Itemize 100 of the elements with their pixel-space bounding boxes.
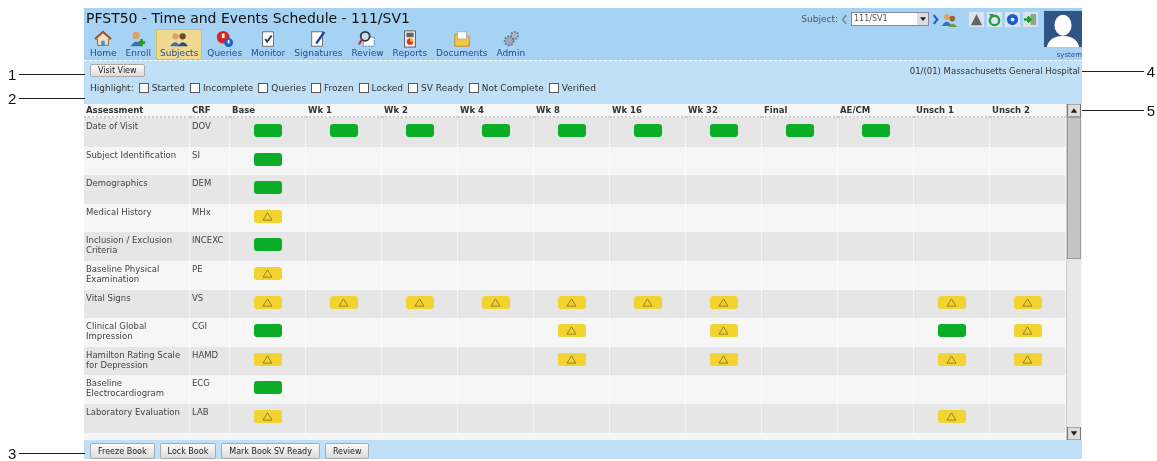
magnifier-icon xyxy=(358,30,377,48)
toolbar-button[interactable]: Queries xyxy=(203,29,247,60)
warning-status-chip[interactable] xyxy=(253,266,282,280)
toolbar-button[interactable]: Monitor xyxy=(247,29,290,60)
warning-triangle-icon xyxy=(946,297,957,307)
assessment-name: Laboratory Evaluation xyxy=(84,403,190,433)
warning-status-chip[interactable] xyxy=(709,324,738,338)
warning-status-chip[interactable] xyxy=(557,295,586,309)
warning-triangle-icon xyxy=(414,297,425,307)
complete-status-chip[interactable] xyxy=(481,124,510,137)
warning-status-chip[interactable] xyxy=(709,295,738,309)
warning-status-chip[interactable] xyxy=(481,295,510,309)
scroll-up-icon[interactable] xyxy=(1067,104,1081,117)
complete-status-chip[interactable] xyxy=(253,181,282,195)
window-title: PFST50 - Time and Events Schedule - 111/SV1 xyxy=(86,10,411,26)
callout-number: 5 xyxy=(1146,102,1155,119)
checkbox[interactable] xyxy=(138,83,149,93)
warning-status-chip[interactable] xyxy=(1013,324,1042,338)
complete-status-chip[interactable] xyxy=(253,324,282,338)
warning-status-chip[interactable] xyxy=(1013,352,1042,366)
toolbar-button[interactable]: Home xyxy=(86,29,121,60)
complete-status-chip[interactable] xyxy=(785,124,814,137)
complete-status-chip[interactable] xyxy=(253,381,282,395)
leader-line xyxy=(19,74,86,75)
toolbar-button[interactable]: Subjects xyxy=(156,29,203,60)
complete-status-chip[interactable] xyxy=(633,124,662,137)
complete-status-chip[interactable] xyxy=(253,238,282,252)
checkbox[interactable] xyxy=(258,83,269,93)
footer-button[interactable]: Review xyxy=(324,443,370,459)
site-name: 01/(01) Massachusetts General Hospital xyxy=(909,65,1080,76)
leader-line xyxy=(1081,110,1144,111)
callout-number: 3 xyxy=(8,445,17,461)
warning-status-chip[interactable] xyxy=(633,295,662,309)
footer-button[interactable]: Mark Book SV Ready xyxy=(221,443,320,459)
crf-code: CGI xyxy=(190,318,230,347)
checkbox[interactable] xyxy=(408,83,419,93)
checkbox[interactable] xyxy=(358,83,369,93)
exit-icon[interactable] xyxy=(1023,11,1038,27)
warning-status-chip[interactable] xyxy=(937,352,966,366)
warning-triangle-icon xyxy=(1022,354,1033,364)
toolbar-button[interactable]: Enroll xyxy=(121,29,155,60)
complete-status-chip[interactable] xyxy=(861,124,890,137)
warning-status-chip[interactable] xyxy=(709,352,738,366)
warning-triangle-icon xyxy=(262,354,273,364)
warning-icon[interactable] xyxy=(969,11,984,27)
checkbox-label: Locked xyxy=(371,83,404,93)
scroll-down-icon[interactable] xyxy=(1067,427,1081,440)
toolbar-button[interactable]: Admin xyxy=(492,29,530,60)
warning-status-chip[interactable] xyxy=(557,324,586,338)
complete-status-chip[interactable] xyxy=(329,124,358,137)
previous-icon[interactable] xyxy=(841,13,848,25)
checkbox[interactable] xyxy=(189,83,200,93)
warning-status-chip[interactable] xyxy=(1013,295,1042,309)
toolbar-button[interactable]: Documents xyxy=(432,29,492,60)
warning-status-chip[interactable] xyxy=(329,295,358,309)
checkbox[interactable] xyxy=(548,83,559,93)
subject-dropdown[interactable]: 111/SV1 xyxy=(851,12,929,26)
people-icon[interactable] xyxy=(942,11,957,27)
warning-status-chip[interactable] xyxy=(557,352,586,366)
complete-status-chip[interactable] xyxy=(557,124,586,137)
complete-status-chip[interactable] xyxy=(405,124,434,137)
warning-status-chip[interactable] xyxy=(253,352,282,366)
complete-status-chip[interactable] xyxy=(253,152,282,166)
assessment-name: Inclusion / Exclusion Criteria xyxy=(84,232,190,261)
refresh-icon[interactable] xyxy=(987,11,1002,27)
complete-status-chip[interactable] xyxy=(937,324,966,338)
footer-button[interactable]: Lock Book xyxy=(159,443,217,459)
checkbox[interactable] xyxy=(311,83,322,93)
scrollbar[interactable] xyxy=(1066,104,1081,440)
subject-label: Subject: xyxy=(801,14,838,24)
crf-code: PE xyxy=(190,260,230,290)
warning-triangle-icon xyxy=(338,297,349,307)
next-icon[interactable] xyxy=(932,13,939,25)
callout-number: 2 xyxy=(8,90,17,107)
toolbar-button[interactable]: Signatures xyxy=(290,29,347,60)
people-icon xyxy=(170,30,189,48)
complete-status-chip[interactable] xyxy=(709,124,738,137)
warning-status-chip[interactable] xyxy=(405,295,434,309)
highlight-label: Highlight: xyxy=(90,83,134,93)
leader-line xyxy=(19,98,86,99)
toolbar-button[interactable]: Review xyxy=(347,29,388,60)
warning-triangle-icon xyxy=(566,326,577,336)
warning-triangle-icon xyxy=(262,411,273,421)
checkbox[interactable] xyxy=(468,83,479,93)
complete-status-chip[interactable] xyxy=(253,124,282,137)
warning-status-chip[interactable] xyxy=(253,209,282,223)
toolbar-button[interactable]: Reports xyxy=(388,29,432,60)
warning-triangle-icon xyxy=(262,297,273,307)
folder-icon xyxy=(452,30,471,48)
checkbox-label: Started xyxy=(151,83,185,93)
visit-view-button[interactable]: Visit View xyxy=(90,64,145,77)
warning-status-chip[interactable] xyxy=(937,295,966,309)
footer-button[interactable]: Freeze Book xyxy=(90,443,155,459)
help-icon[interactable] xyxy=(1005,11,1020,27)
warning-status-chip[interactable] xyxy=(937,409,966,423)
checkbox-label: Queries xyxy=(271,83,307,93)
assessment-name: Baseline Electrocardiogram xyxy=(84,375,190,404)
warning-status-chip[interactable] xyxy=(253,295,282,309)
warning-status-chip[interactable] xyxy=(253,409,282,423)
assessment-name: Date of Visit xyxy=(84,118,190,147)
